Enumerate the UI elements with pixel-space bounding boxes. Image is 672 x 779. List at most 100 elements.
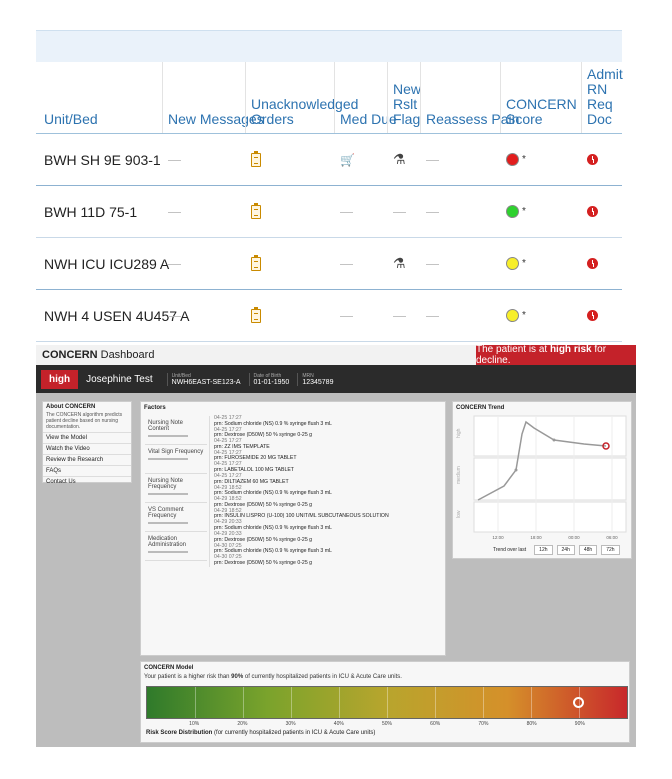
table-row[interactable]: NWH ICU ICU289 A — — ⚗ — * (36, 238, 622, 290)
range-48h-button[interactable]: 48h (578, 545, 598, 555)
factor-tab[interactable]: VS Comment Frequency (145, 503, 207, 532)
about-link[interactable]: View the Model (43, 432, 131, 443)
about-link[interactable]: Watch the Video (43, 443, 131, 454)
banner-bold: high risk (549, 344, 592, 355)
mrn-field: MRN 12345789 (297, 372, 333, 386)
table-row[interactable]: BWH SH 9E 903-1 — 🛒 ⚗ — * (36, 134, 622, 186)
dist-rest: (for currently hospitalized patients in … (212, 730, 376, 736)
alarm-icon[interactable] (587, 310, 598, 321)
unit-bed: BWH 11D 75-1 (44, 203, 138, 220)
patient-bar: high Josephine Test Unit/Bed NWH6EAST-SE1… (36, 365, 636, 393)
clipboard-icon[interactable] (251, 150, 261, 167)
about-panel: About CONCERN The CONCERN algorithm pred… (42, 401, 132, 485)
about-link[interactable]: Contact Us (43, 476, 131, 487)
unit-bed: NWH ICU ICU289 A (44, 255, 170, 272)
clipboard-icon[interactable] (251, 254, 261, 271)
factor-tab[interactable]: Vital Sign Frequency (145, 445, 207, 474)
flask-icon[interactable]: ⚗ (393, 151, 406, 168)
factor-tab[interactable]: Nursing Note Frequency (145, 474, 207, 503)
flask-icon[interactable]: ⚗ (393, 255, 406, 272)
clipboard-icon[interactable] (251, 306, 261, 323)
result-flag: — (393, 204, 406, 219)
risk-gridline (435, 687, 436, 718)
med-cart-icon[interactable]: 🛒 (340, 153, 355, 167)
alarm-icon[interactable] (587, 258, 598, 269)
column-header-4[interactable]: New Rslt Flag (393, 82, 421, 127)
risk-gridline (291, 687, 292, 718)
risk-tick-label: 90% (574, 721, 585, 727)
factor-tab[interactable]: Medication Administration (145, 532, 207, 561)
table-row[interactable]: BWH 11D 75-1 — — — — * (36, 186, 622, 238)
risk-gridline (531, 687, 532, 718)
concern-dashboard: CONCERN Dashboard The patient is at high … (36, 344, 636, 747)
unit-bed: BWH SH 9E 903-1 (44, 151, 161, 168)
entry-desc: prn: Dextrose (D50W) 50 % syringe 0-25 g (214, 536, 313, 543)
risk-tick-label: 10% (189, 721, 200, 727)
entry-desc: prn: Dextrose (D50W) 50 % syringe 0-25 g (214, 501, 313, 508)
alarm-icon[interactable] (587, 206, 598, 217)
unit-value: NWH6EAST-SE123-A (171, 378, 241, 386)
range-72h-button[interactable]: 72h (601, 545, 620, 555)
about-link[interactable]: Review the Research (43, 454, 131, 465)
med-due: — (340, 308, 353, 323)
risk-distribution-caption: Risk Score Distribution (for currently h… (146, 730, 375, 736)
concern-cell: * (506, 290, 526, 341)
pain-cell: — (426, 134, 439, 185)
factor-tabs: Nursing Note Content Vital Sign Frequency… (145, 416, 207, 561)
concern-score-dot[interactable] (506, 309, 519, 322)
concern-score-dot[interactable] (506, 205, 519, 218)
concern-score-dot[interactable] (506, 257, 519, 270)
risk-tick-label: 70% (478, 721, 489, 727)
column-header-6[interactable]: CONCERN Score (506, 97, 577, 127)
trend-x-label: 06:00 (606, 535, 618, 540)
column-divider (334, 62, 335, 133)
trend-x-label: 18:00 (530, 535, 542, 540)
clipboard-icon[interactable] (251, 202, 261, 219)
factor-entry: 04-29 20:33 prn: Sodium chloride (NS) 0.9… (209, 520, 444, 532)
med-due: — (340, 204, 353, 219)
messages-cell: — (168, 186, 181, 237)
table-row[interactable]: NWH 4 USEN 4U457 A — — — — * (36, 290, 622, 342)
range-12h-button[interactable]: 12h (534, 545, 553, 555)
risk-tick-label: 30% (285, 721, 296, 727)
factor-entry: 04-25 17:27 prn: ZZ IMS TEMPLATE (209, 439, 444, 451)
med-due: — (340, 256, 353, 271)
result-cell: ⚗ (393, 134, 406, 185)
column-header-0[interactable]: Unit/Bed (44, 112, 98, 127)
orders-cell[interactable] (251, 134, 261, 185)
concern-score-dot[interactable] (506, 153, 519, 166)
risk-gridline (243, 687, 244, 718)
summary-pre: Your patient is a higher risk than (144, 674, 232, 680)
column-header-3[interactable]: Med Due (340, 112, 397, 127)
orders-cell[interactable] (251, 290, 261, 341)
entry-desc: prn: INSULIN LISPRO (U-100) 100 UNIT/ML … (214, 513, 389, 520)
factor-bar (148, 458, 188, 460)
risk-distribution-bar (146, 686, 628, 719)
entry-desc: prn: FUROSEMIDE 20 MG TABLET (214, 455, 297, 462)
messages-cell: — (168, 134, 181, 185)
med-due-cell: — (340, 290, 353, 341)
about-title: About CONCERN (46, 404, 96, 410)
summary-percent: 90% (231, 674, 244, 680)
factor-tab[interactable]: Nursing Note Content (145, 416, 207, 445)
factor-entry: 04-25 17:27 prn: DILTIAZEM 60 MG TABLET (209, 473, 444, 486)
risk-tick-label: 80% (526, 721, 537, 727)
orders-cell[interactable] (251, 238, 261, 289)
column-header-2[interactable]: Unacknowledged Orders (251, 97, 358, 127)
orders-cell[interactable] (251, 186, 261, 237)
range-24h-button[interactable]: 24h (556, 545, 575, 555)
factor-entry: 04-30 07:25 prn: Dextrose (D50W) 50 % syr… (209, 555, 444, 567)
admit-cell (587, 134, 598, 185)
column-header-7[interactable]: Admit RN Req Doc (587, 67, 623, 127)
trend-range-label: Trend over last (493, 547, 527, 553)
concern-star: * (522, 258, 526, 269)
dob-value: 01-01-1950 (253, 378, 290, 386)
unit-field: Unit/Bed NWH6EAST-SE123-A (166, 372, 241, 386)
pain-cell: — (426, 186, 439, 237)
about-link[interactable]: FAQs (43, 465, 131, 476)
factor-entry: 04-29 18:52 prn: INSULIN LISPRO (U-100) 1… (209, 508, 444, 521)
new-messages: — (168, 256, 181, 271)
concern-star: * (522, 310, 526, 321)
column-header-1[interactable]: New Messages (168, 112, 264, 127)
alarm-icon[interactable] (587, 154, 598, 165)
